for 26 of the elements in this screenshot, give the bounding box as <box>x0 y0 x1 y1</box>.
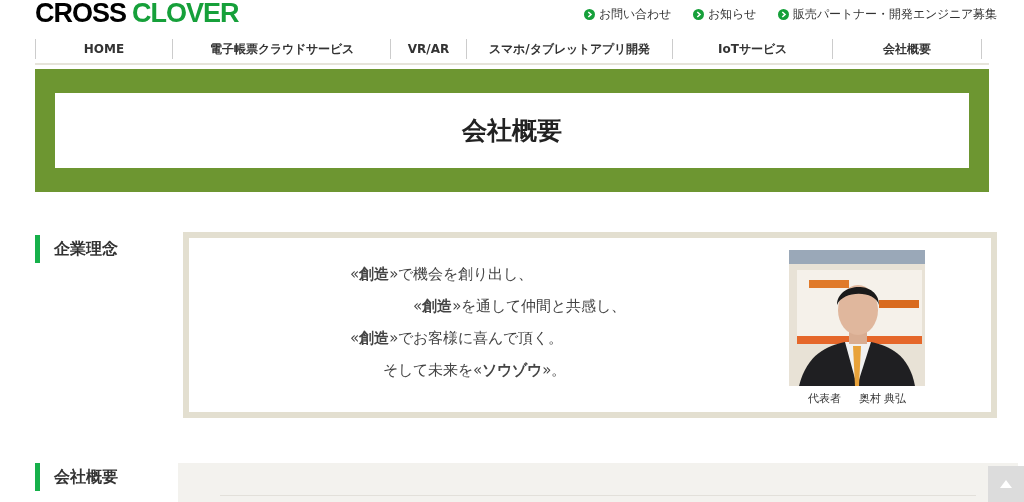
heading-bar <box>35 463 40 491</box>
section-heading: 企業理念 <box>54 238 118 260</box>
nav-link[interactable]: HOME <box>35 39 172 59</box>
top-link[interactable]: お問い合わせ <box>584 5 671 23</box>
section-heading: 会社概要 <box>54 466 118 488</box>
logo-text[interactable]: CROSS <box>35 0 127 27</box>
up-arrow-icon <box>1000 480 1012 488</box>
back-to-top-button[interactable] <box>988 466 1024 502</box>
philosophy-line: «創造»を通して仲間と共感し、 <box>412 296 628 316</box>
nav-link[interactable]: 電子帳票クラウドサービス <box>172 39 390 59</box>
top-link[interactable]: お知らせ <box>693 5 756 23</box>
nav-link[interactable]: スマホ/タブレットアプリ開発 <box>466 39 672 59</box>
heading-bar <box>35 235 40 263</box>
top-link[interactable]: 販売パートナー・開発エンジニア募集 <box>778 5 997 23</box>
chevron-icon <box>693 8 704 20</box>
philosophy-line: そして未来を«ソウゾウ»。 <box>382 360 568 380</box>
page-title: 会社概要 <box>462 114 562 147</box>
nav-link[interactable]: VR/AR <box>390 39 466 59</box>
nav-link[interactable]: 会社概要 <box>832 39 982 59</box>
photo-caption: 奥村 典弘 <box>858 391 907 407</box>
philosophy-line: «創造»で機会を創り出し、 <box>349 264 535 284</box>
chevron-icon <box>584 8 595 20</box>
nav-link[interactable]: IoTサービス <box>672 39 832 59</box>
chevron-icon <box>778 8 789 20</box>
photo-caption: 代表者 <box>807 391 841 407</box>
philosophy-line: «創造»でお客様に喜んで頂く。 <box>349 328 565 348</box>
